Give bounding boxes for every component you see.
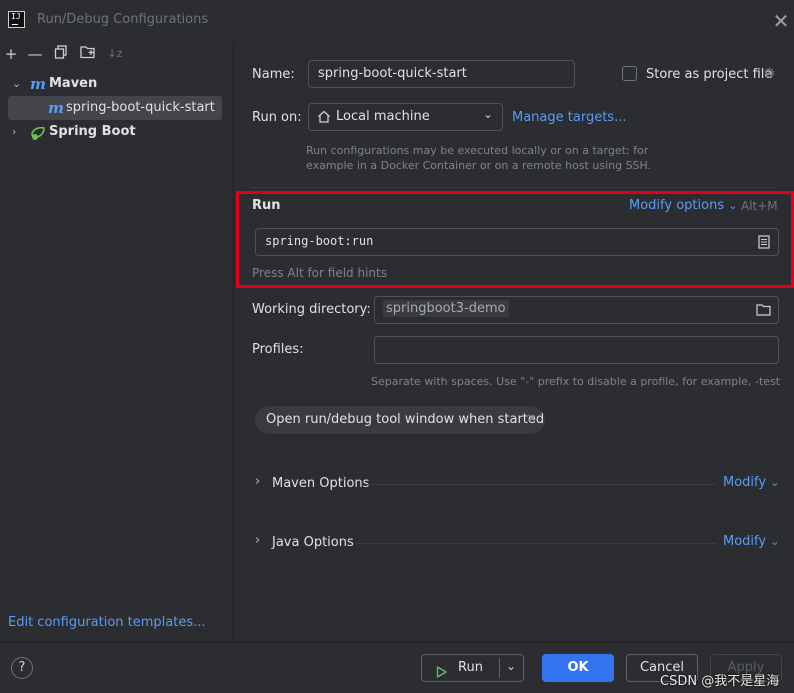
folder-icon[interactable]	[756, 303, 771, 320]
java-options-section[interactable]: › Java Options	[252, 533, 779, 553]
highlight-annotation-box	[236, 191, 794, 288]
run-button-label: Run	[458, 660, 483, 675]
add-icon[interactable]: +	[2, 45, 20, 63]
close-icon[interactable]: ✕	[771, 11, 791, 31]
chevron-right-icon: ›	[255, 533, 261, 548]
store-as-project-file-label: Store as project file	[646, 67, 773, 82]
name-field-value: spring-boot-quick-start	[318, 66, 467, 81]
tree-item-spring-boot-quick-start[interactable]: m spring-boot-quick-start	[8, 96, 222, 120]
store-as-project-file-checkbox[interactable]	[622, 66, 637, 81]
maven-icon: m	[30, 75, 46, 93]
section-divider	[367, 484, 717, 485]
modify-label: Modify	[723, 475, 767, 490]
profiles-field[interactable]	[374, 336, 779, 364]
ok-button[interactable]: OK	[542, 654, 614, 682]
profiles-hint: Separate with spaces. Use "-" prefix to …	[371, 375, 781, 388]
help-icon[interactable]: ?	[11, 657, 33, 679]
maven-options-section[interactable]: › Maven Options	[252, 474, 779, 494]
remove-chip-icon[interactable]: ✕	[527, 412, 536, 425]
working-directory-field[interactable]: springboot3-demo	[374, 296, 779, 324]
java-options-title: Java Options	[272, 535, 354, 550]
run-on-hint-line-1: Run configurations may be executed local…	[306, 144, 649, 157]
java-options-modify-link[interactable]: Modify ⌄	[723, 534, 779, 549]
open-tool-window-chip[interactable]: Open run/debug tool window when started …	[255, 406, 545, 434]
chevron-down-icon: ⌄	[770, 535, 780, 548]
run-on-hint-line-2: example in a Docker Container or on a re…	[306, 159, 652, 172]
chevron-right-icon[interactable]: ›	[12, 120, 16, 144]
run-on-label: Run on:	[252, 110, 302, 125]
section-divider	[356, 543, 717, 544]
tree-item-label: Maven	[49, 76, 98, 91]
gear-icon[interactable]: ⚙	[763, 66, 776, 82]
edit-configuration-templates-link[interactable]: Edit configuration templates...	[8, 615, 206, 630]
watermark-text: CSDN @我不是星海	[660, 674, 780, 689]
modify-label: Modify	[723, 534, 767, 549]
maven-options-title: Maven Options	[272, 476, 370, 491]
maven-icon: m	[48, 99, 64, 117]
run-on-value: Local machine	[336, 109, 430, 124]
copy-icon[interactable]	[52, 45, 70, 63]
working-directory-value: springboot3-demo	[383, 300, 509, 317]
intellij-logo-icon: IJ	[8, 11, 25, 28]
home-icon	[317, 110, 331, 127]
chevron-down-icon[interactable]: ⌄	[12, 72, 21, 96]
run-icon	[436, 662, 447, 688]
chevron-down-icon: ⌄	[770, 476, 780, 489]
run-button[interactable]: Run ⌄	[421, 654, 524, 682]
window-title: Run/Debug Configurations	[37, 12, 209, 27]
remove-icon[interactable]: —	[26, 45, 44, 63]
manage-targets-link[interactable]: Manage targets...	[512, 110, 626, 125]
working-directory-label: Working directory:	[252, 302, 371, 317]
tree-item-label: Spring Boot	[49, 124, 136, 139]
chevron-down-icon[interactable]: ⌄	[506, 653, 516, 679]
profiles-label: Profiles:	[252, 342, 304, 357]
split-divider	[499, 658, 500, 678]
chevron-right-icon: ›	[255, 474, 261, 489]
chip-label: Open run/debug tool window when started	[266, 412, 545, 427]
maven-options-modify-link[interactable]: Modify ⌄	[723, 475, 779, 490]
sort-icon[interactable]: ↓z	[106, 45, 124, 63]
chevron-down-icon: ⌄	[482, 107, 493, 121]
name-field[interactable]: spring-boot-quick-start	[308, 60, 575, 88]
run-on-dropdown[interactable]: Local machine ⌄	[308, 103, 503, 131]
name-label: Name:	[252, 67, 295, 82]
new-folder-icon[interactable]	[79, 45, 97, 63]
tree-item-label: spring-boot-quick-start	[66, 100, 215, 115]
divider	[252, 187, 778, 188]
spring-boot-icon	[30, 125, 46, 149]
